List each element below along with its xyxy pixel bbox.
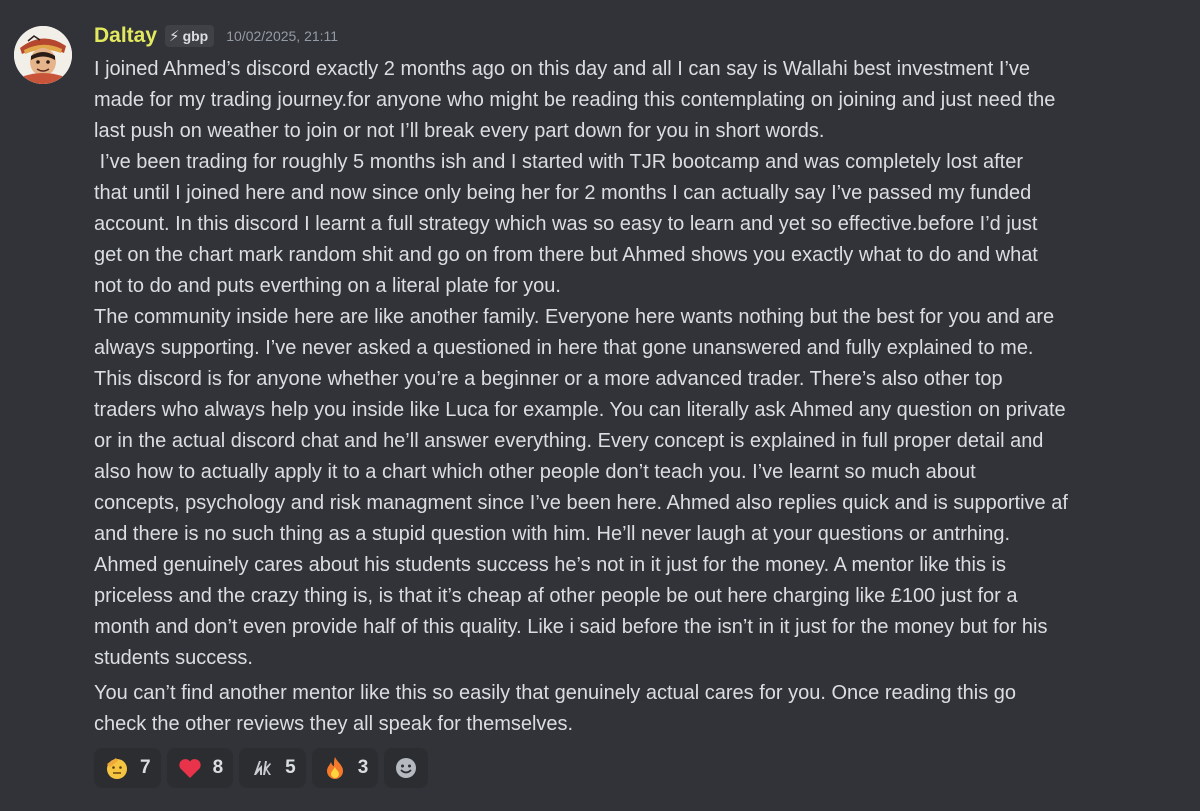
reaction-count: 3	[357, 757, 369, 778]
fire-icon	[322, 755, 348, 781]
timestamp: 10/02/2025, 21:11	[226, 28, 339, 44]
message-content: Daltay ⚡ gbp 10/02/2025, 21:11 I joined …	[94, 18, 1184, 788]
message-paragraph: I joined Ahmed’s discord exactly 2 month…	[94, 58, 1068, 669]
reaction-heart[interactable]: 8	[166, 748, 234, 788]
reaction-fire[interactable]: 3	[311, 748, 379, 788]
avatar-image	[14, 26, 72, 84]
red-heart-icon	[177, 755, 203, 781]
reaction-count: 5	[285, 757, 296, 778]
lightning-icon: ⚡	[169, 28, 180, 45]
add-reaction-button[interactable]	[384, 748, 429, 788]
guild-tag[interactable]: ⚡ gbp	[165, 25, 215, 47]
message-header: Daltay ⚡ gbp 10/02/2025, 21:11	[94, 18, 1184, 54]
reaction-custom[interactable]: 5	[239, 748, 306, 788]
smiley-add-icon	[393, 755, 419, 781]
guild-tag-label: gbp	[182, 28, 209, 44]
reactions-bar: 7 8 5 3	[94, 748, 1184, 788]
reaction-count: 8	[212, 757, 224, 778]
reaction-count: 7	[140, 757, 151, 778]
message-paragraph: You can’t find another mentor like this …	[94, 682, 1017, 735]
custom-logo-icon	[249, 755, 275, 781]
reaction-salute[interactable]: 7	[94, 748, 161, 788]
salute-face-icon	[104, 755, 130, 781]
username[interactable]: Daltay	[94, 24, 157, 48]
avatar[interactable]	[14, 26, 72, 84]
